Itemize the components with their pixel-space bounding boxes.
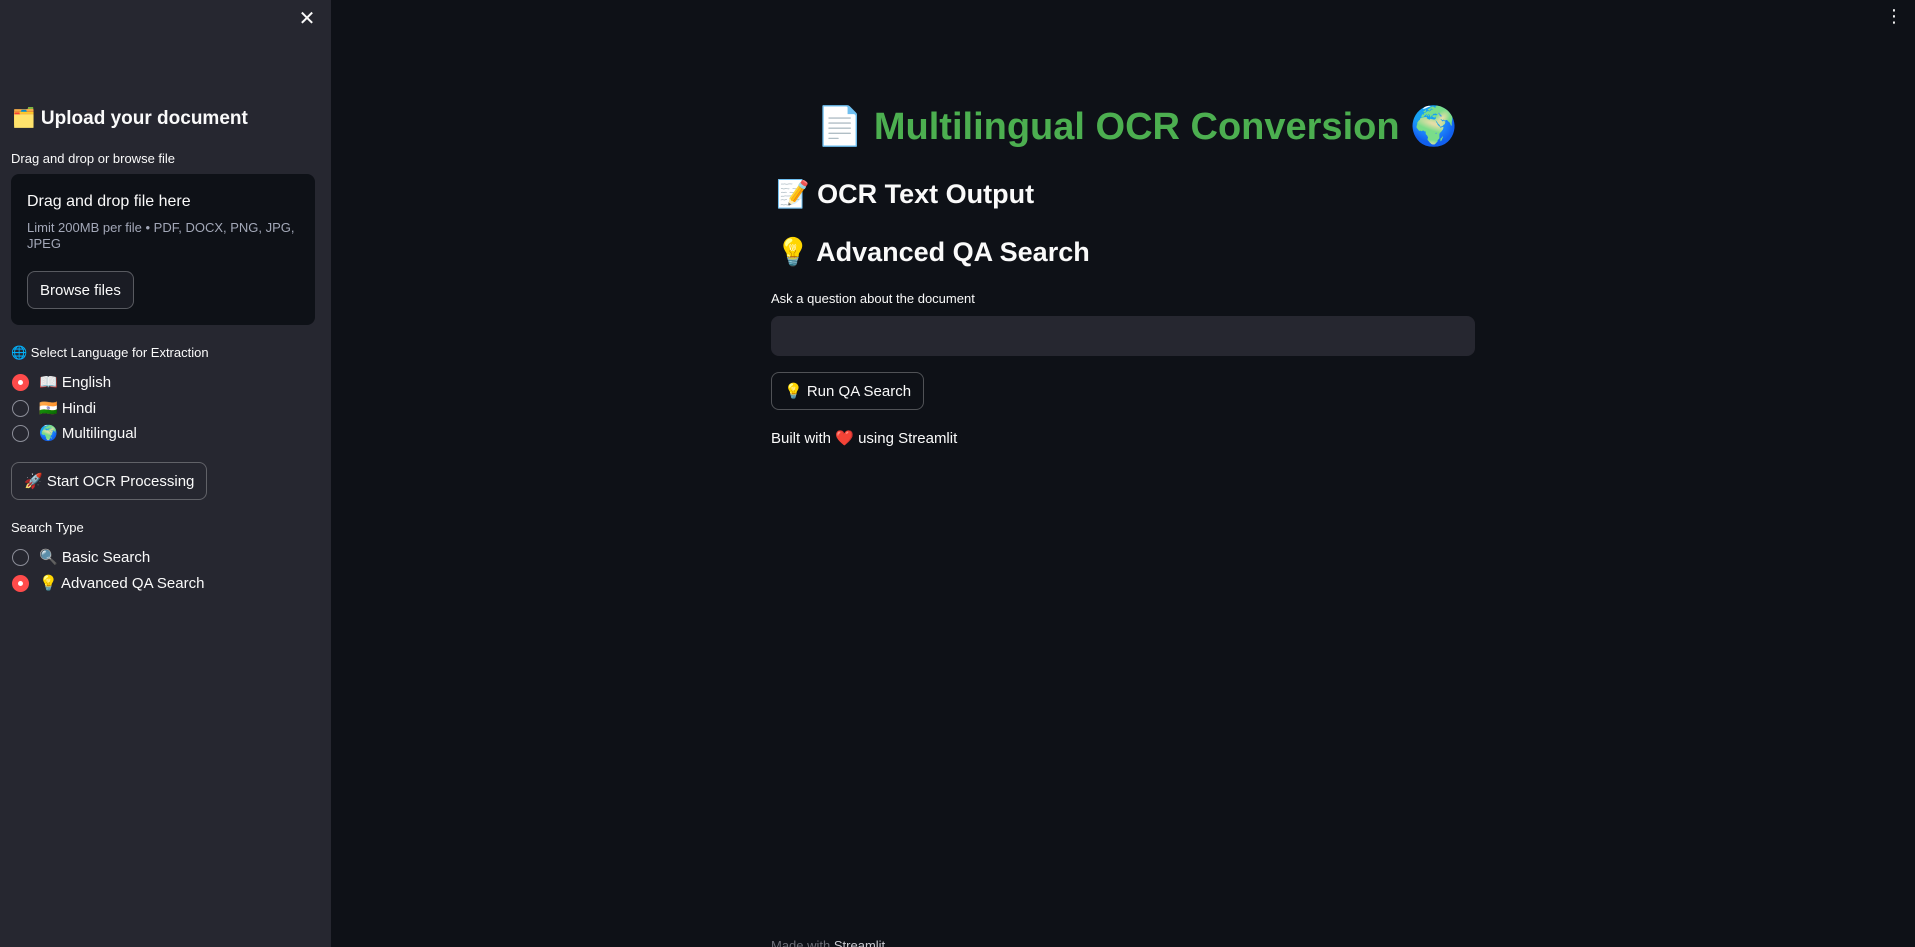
start-ocr-button[interactable]: 🚀 Start OCR Processing bbox=[11, 462, 208, 500]
language-label: 🌐 Select Language for Extraction bbox=[11, 345, 209, 360]
uploader-label: Drag and drop or browse file bbox=[11, 151, 176, 166]
search-type-label: Search Type bbox=[11, 520, 84, 535]
language-option-hindi[interactable]: 🇮🇳 Hindi bbox=[12, 399, 96, 417]
language-option-english[interactable]: 📖 English bbox=[12, 373, 111, 391]
radio-unchecked-icon bbox=[12, 424, 29, 442]
qa-question-input[interactable] bbox=[771, 316, 1475, 356]
file-dropzone[interactable]: Drag and drop file here Limit 200MB per … bbox=[11, 174, 315, 325]
dropzone-limit-text: Limit 200MB per file • PDF, DOCX, PNG, J… bbox=[27, 220, 295, 251]
footer: Made with Streamlit bbox=[771, 938, 885, 947]
dropzone-title: Drag and drop file here bbox=[27, 193, 191, 210]
main-menu-icon[interactable]: ⋮ bbox=[1885, 6, 1903, 26]
language-option-label: 🌍 Multilingual bbox=[39, 425, 137, 442]
built-with-text: Built with ❤️ using Streamlit bbox=[771, 429, 957, 447]
upload-heading: 🗂️ Upload your document bbox=[12, 108, 248, 129]
radio-unchecked-icon bbox=[12, 399, 29, 417]
radio-checked-icon bbox=[12, 373, 29, 391]
radio-unchecked-icon bbox=[12, 548, 29, 566]
page-title: 📄 Multilingual OCR Conversion 🌍 bbox=[816, 106, 1458, 148]
language-option-label: 🇮🇳 Hindi bbox=[39, 400, 97, 417]
radio-checked-icon bbox=[12, 574, 29, 592]
search-type-option-label: 💡 Advanced QA Search bbox=[39, 575, 205, 592]
search-type-option-label: 🔍 Basic Search bbox=[39, 549, 151, 566]
language-option-multilingual[interactable]: 🌍 Multilingual bbox=[12, 424, 137, 442]
footer-prefix: Made with bbox=[771, 938, 831, 947]
built-with-suffix: using Streamlit bbox=[858, 430, 958, 447]
close-sidebar-icon[interactable]: ✕ bbox=[296, 8, 318, 30]
qa-question-label: Ask a question about the document bbox=[771, 291, 975, 306]
language-option-label: 📖 English bbox=[39, 374, 112, 391]
run-qa-search-button[interactable]: 💡 Run QA Search bbox=[771, 372, 925, 410]
search-type-option-advanced[interactable]: 💡 Advanced QA Search bbox=[12, 574, 204, 592]
browse-files-button[interactable]: Browse files bbox=[27, 271, 134, 309]
heart-icon: ❤️ bbox=[835, 430, 854, 447]
app: ✕ 🗂️ Upload your document Drag and drop … bbox=[0, 0, 1915, 947]
qa-search-heading: 💡 Advanced QA Search bbox=[776, 237, 1090, 267]
search-type-option-basic[interactable]: 🔍 Basic Search bbox=[12, 548, 150, 566]
streamlit-link[interactable]: Streamlit bbox=[834, 938, 885, 947]
sidebar: ✕ 🗂️ Upload your document Drag and drop … bbox=[0, 0, 331, 947]
built-with-prefix: Built with bbox=[771, 430, 832, 447]
ocr-output-heading: 📝 OCR Text Output bbox=[776, 179, 1035, 209]
